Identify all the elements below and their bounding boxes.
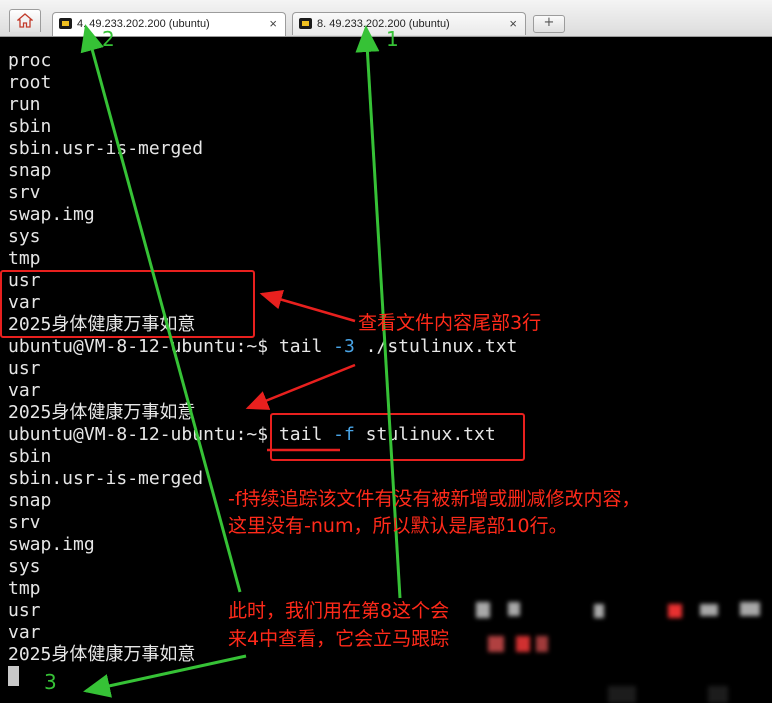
label-2: 2: [102, 27, 115, 51]
red-arrow-to-box: [259, 289, 356, 323]
note-tail-f-line2: 这里没有-num，所以默认是尾部10行。: [228, 515, 568, 537]
note-tail-3: 查看文件内容尾部3行: [358, 312, 542, 334]
red-arrow-to-output: [245, 363, 356, 410]
label-1: 1: [386, 27, 399, 51]
note-session-8-line2: 来4中查看，它会立马跟踪: [228, 628, 450, 650]
note-session-8-line1: 此时，我们用在第8这个会: [228, 600, 450, 622]
label-3: 3: [44, 670, 57, 694]
green-arrow-2: [80, 24, 242, 593]
green-arrow-3: [83, 654, 247, 698]
note-tail-f-line1: -f持续追踪该文件有没有被新增或删减修改内容，: [228, 488, 641, 510]
